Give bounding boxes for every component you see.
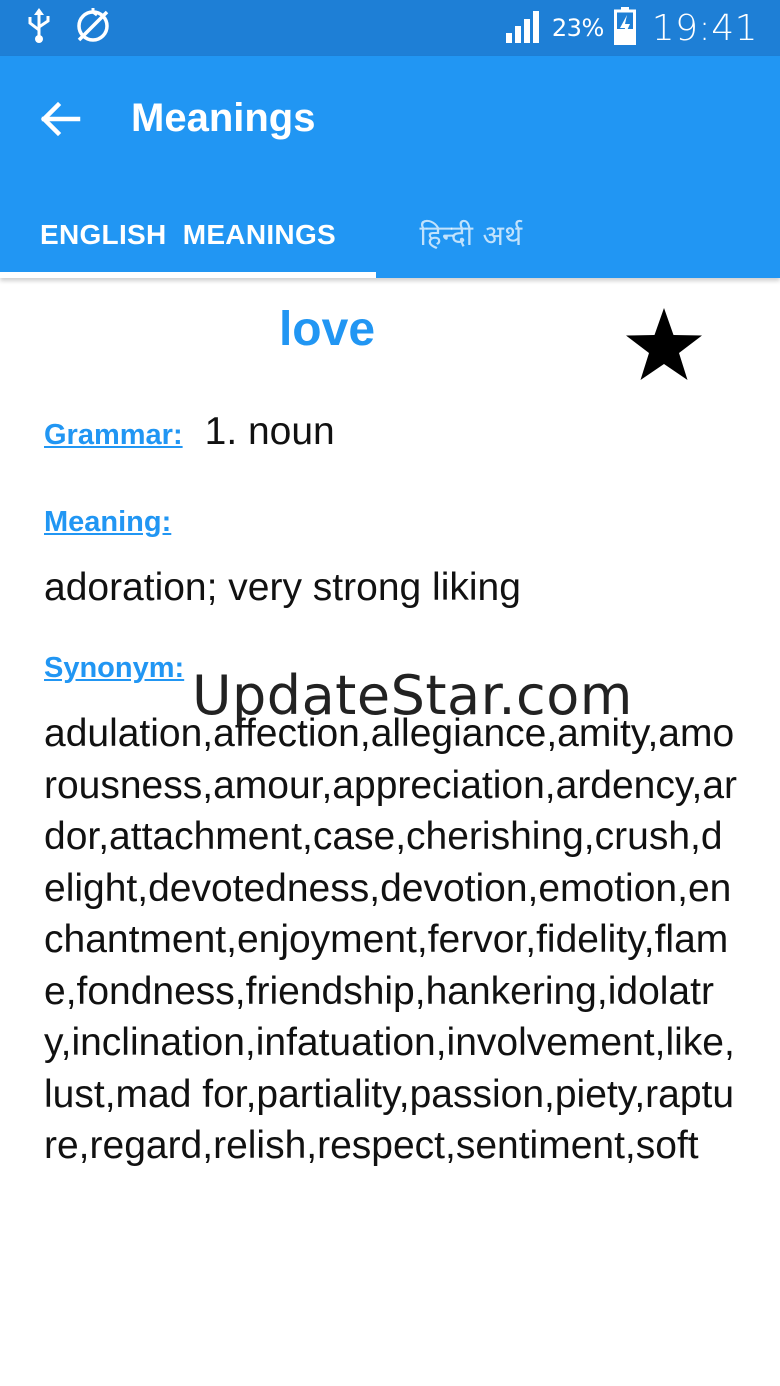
synonym-text: adulation,affection,allegiance,amity,amo… [44,712,737,1167]
tab-english-meanings[interactable]: ENGLISH MEANINGS [0,192,376,278]
page-title: Meanings [131,96,316,140]
tab-label: हिन्दी अर्थ [419,219,523,252]
arrow-back-icon [40,101,81,137]
meaning-label: Meaning: [44,506,172,538]
usb-icon [26,7,52,49]
no-sync-icon [74,7,112,50]
app-bar: Meanings ENGLISH MEANINGS हिन्दी अर्थ [0,56,780,278]
grammar-row: Grammar: 1. noun [44,410,335,454]
tab-indicator [0,272,376,278]
clock: 19:41 [651,7,758,49]
status-right: 23% 19:41 [505,0,758,56]
tab-label: ENGLISH MEANINGS [39,219,336,250]
meaning-text: adoration; very strong liking [44,566,521,609]
grammar-value: 1. noun [204,410,335,453]
battery-charging-icon [613,6,636,50]
signal-icon [505,9,542,48]
grammar-label: Grammar: [44,419,183,451]
status-bar: 23% 19:41 [0,0,780,56]
watermark: UpdateStar.com [192,664,633,727]
tab-hindi-meanings[interactable]: हिन्दी अर्थ [376,192,566,278]
headword: love [278,303,376,356]
back-button[interactable] [36,94,86,144]
battery-percent: 23% [551,14,604,42]
favorite-button[interactable] [624,306,704,382]
status-left-icons [26,7,112,50]
star-icon [626,308,702,380]
synonym-label: Synonym: [44,652,185,684]
